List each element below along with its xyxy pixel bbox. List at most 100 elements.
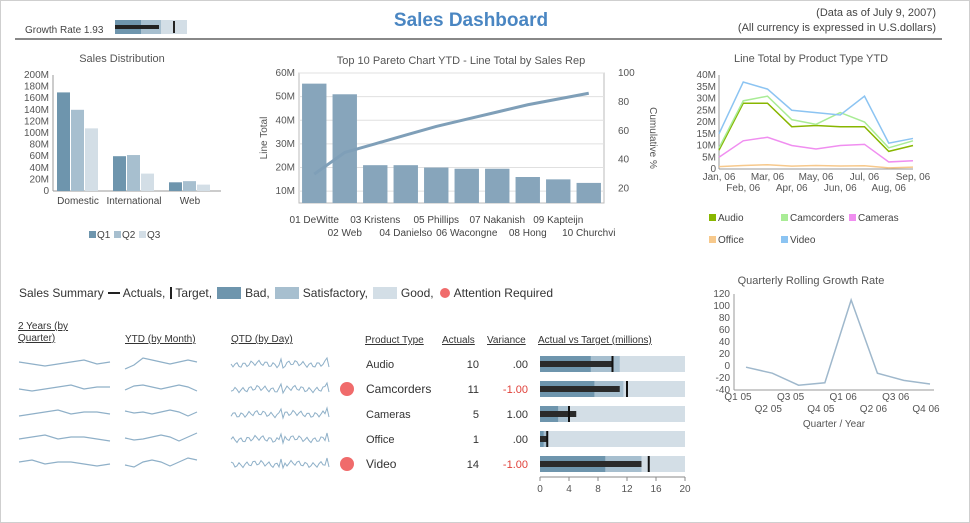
y-tick-label: 20M [697, 117, 716, 128]
pareto-bar [546, 179, 571, 203]
x-tick-label: Q1 06 [830, 392, 858, 403]
y-tick-label: 60M [30, 151, 49, 162]
attention-legend-swatch [439, 288, 450, 298]
y-tick-label: 140M [24, 105, 49, 116]
y-tick-label: 10M [276, 186, 295, 197]
category-label: International [106, 196, 161, 207]
legend-label-q1: Q1 [97, 230, 111, 241]
sparkline-qtd [230, 406, 330, 420]
x-tick-label: Q2 06 [860, 404, 888, 415]
legend-label-q2: Q2 [122, 230, 136, 241]
legend-swatch-q2 [114, 231, 121, 238]
bullet-target-marker [611, 356, 614, 372]
category-label: 07 Nakanish [469, 215, 525, 226]
y-tick-label: 120 [713, 289, 730, 300]
product-type-cell: Camcorders [366, 382, 431, 396]
product-type-title: Line Total by Product Type YTD [733, 53, 889, 65]
product-type-cell: Office [366, 434, 395, 446]
bar-q2 [71, 109, 84, 191]
y-tick-label: 0 [43, 186, 49, 197]
category-label: Domestic [57, 196, 99, 207]
series-line-video [718, 81, 914, 144]
bad-legend-swatch [217, 287, 242, 299]
x-tick-label: Q4 06 [912, 404, 940, 415]
x-tick-label: Q4 05 [807, 404, 835, 415]
category-label: 02 Web [328, 228, 363, 239]
x-tick-label: Q1 05 [724, 392, 752, 403]
bullet-x-tick-label: 4 [566, 484, 572, 495]
sparkline-qtd [230, 381, 330, 395]
sparkline-ytd [124, 384, 198, 392]
sparkline-qtd [230, 432, 330, 445]
pareto-bar [302, 83, 327, 203]
growth-rate-line [745, 297, 931, 386]
legend-attention: Attention Required [453, 286, 554, 300]
pareto-bar [454, 168, 479, 203]
category-label: 05 Phillips [413, 215, 459, 226]
legend-target: Target, [175, 286, 213, 300]
y2-tick-label: 80 [618, 97, 630, 108]
bullet-target-marker [626, 381, 628, 397]
y-tick-label: 40 [719, 337, 731, 348]
sparkline-ytd [124, 432, 198, 442]
bullet-x-tick-label: 12 [621, 484, 633, 495]
sales-summary-table: Audio 10.00Camcorders 11 -1.00Cameras 5 1.00O… [18, 356, 691, 495]
series-line-office [718, 164, 914, 169]
category-label: 09 Kapteijn [533, 215, 583, 226]
actuals-cell: 5 [473, 409, 479, 421]
y-tick-label: 200M [24, 70, 49, 81]
attention-indicator [340, 457, 354, 471]
bullet-target-marker [568, 406, 570, 422]
sales-distribution-title: Sales Distribution [79, 53, 165, 65]
legend-bad: Bad, [245, 286, 270, 300]
x-tick-label: Q3 06 [882, 392, 910, 403]
x-tick-label: Jan, 06 [703, 172, 736, 183]
product-type-chart: 05M10M15M20M25M30M35M40MJan, 06 Mar, 06 Ma… [697, 70, 931, 246]
actual-vs-target-header[interactable]: Actual vs Target (millions) [538, 335, 652, 346]
y-tick-label: 60M [276, 68, 295, 79]
bullet-target-marker [546, 431, 549, 447]
y-tick-label: 100M [24, 128, 49, 139]
x-tick-label: May, 06 [799, 172, 834, 183]
x-tick-label: Apr, 06 [776, 183, 808, 194]
pareto-bar [363, 165, 388, 203]
variance-cell: 1.00 [507, 409, 528, 421]
qtd-header[interactable]: QTD (by Day) [231, 334, 293, 345]
y-tick-label: 30M [276, 139, 295, 150]
attention-indicator [340, 382, 354, 396]
bullet-good-band [540, 431, 685, 447]
legend-swatch-video [781, 236, 788, 243]
x-tick-label: Q3 05 [777, 392, 805, 403]
y-tick-label: 20M [276, 163, 295, 174]
variance-header[interactable]: Variance [487, 335, 526, 346]
y-tick-label: 35M [697, 82, 716, 93]
x-tick-label: Q2 05 [755, 404, 783, 415]
dashboard-page: Growth Rate 1.93 Sales Dashboard (Data a… [0, 0, 970, 523]
variance-cell: -1.00 [503, 384, 528, 396]
category-label: 01 DeWitte [290, 215, 340, 226]
ytd-header[interactable]: YTD (by Month) [125, 334, 196, 345]
series-line-audio [718, 102, 914, 153]
sales-summary-title: Sales Summary [19, 286, 104, 300]
y-tick-label: 80M [30, 140, 49, 151]
product-type-cell: Video [366, 457, 397, 471]
sparkline-ytd [124, 457, 198, 468]
bar-q1 [113, 156, 126, 191]
pareto-chart: 10M 20M 30M 40M 50M 60M 20 40 60 80 100 01 DeWitte 0… [259, 68, 658, 239]
legend-actuals: Actuals, [122, 286, 166, 300]
two-years-header[interactable]: 2 Years (by Quarter) [18, 321, 88, 345]
actuals-header[interactable]: Actuals [442, 335, 475, 346]
product-type-header[interactable]: Product Type [365, 335, 424, 346]
sales-distribution-chart: 020M40M60M80M100M120M140M160M180M200M Dom… [24, 70, 221, 241]
legend-label-audio: Audio [718, 213, 744, 224]
x-axis-label: Quarter / Year [803, 419, 866, 430]
sparkline-two-years [18, 384, 110, 392]
legend-label-q3: Q3 [147, 230, 161, 241]
bar-q3 [197, 184, 210, 191]
bar-q2 [127, 155, 140, 191]
variance-cell: .00 [513, 434, 528, 446]
legend-swatch-q3 [139, 231, 146, 238]
x-tick-label: Sep, 06 [896, 172, 931, 183]
actuals-legend-swatch [107, 292, 120, 294]
bullet-actual-bar [540, 411, 577, 417]
